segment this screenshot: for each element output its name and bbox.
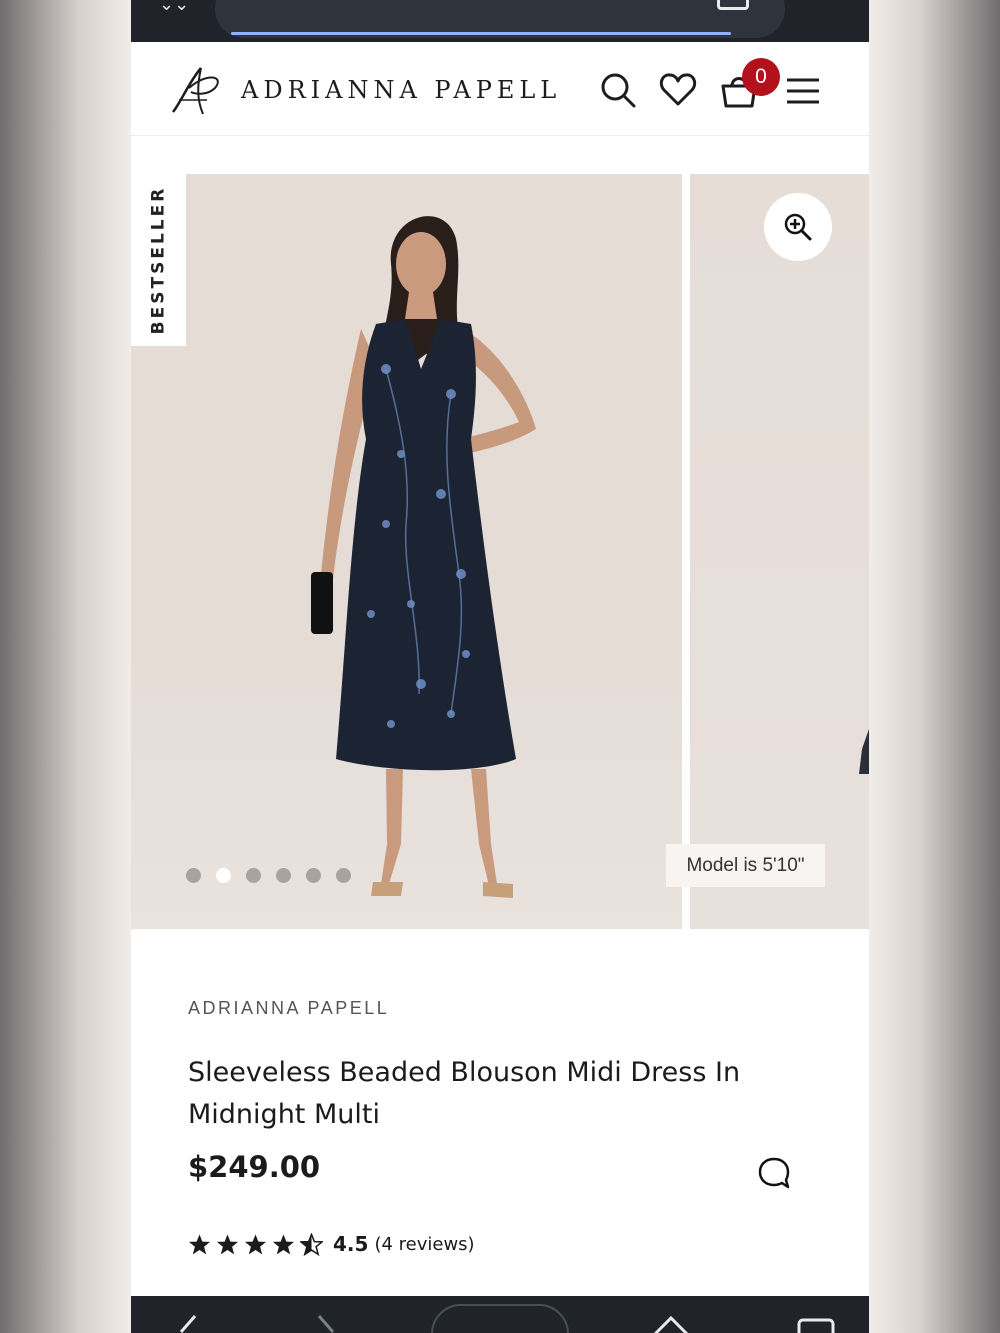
heart-icon[interactable] (658, 70, 698, 110)
bestseller-badge: BESTSELLER (131, 174, 186, 346)
star-full-icon (272, 1233, 295, 1254)
browser-action-pill[interactable] (431, 1304, 569, 1333)
product-image-next[interactable] (690, 174, 869, 929)
page-load-progress (231, 32, 731, 35)
star-full-icon (188, 1233, 211, 1254)
review-count-link[interactable]: (4 reviews) (374, 1234, 474, 1255)
rating-stars (188, 1232, 323, 1256)
brand-logo-icon[interactable] (167, 62, 225, 120)
gallery-dot-1[interactable] (186, 868, 201, 883)
search-icon[interactable] (598, 70, 638, 110)
chat-bubble-icon[interactable] (757, 1156, 791, 1190)
product-image-gallery[interactable]: BESTSELLER Model is 5'10" (131, 174, 869, 929)
browser-top-bar: ⌄⌄ (131, 0, 869, 42)
gallery-dot-4[interactable] (276, 868, 291, 883)
cart-count-badge[interactable]: 0 (742, 58, 780, 96)
gallery-dot-3[interactable] (246, 868, 261, 883)
next-image-peek (859, 729, 869, 774)
zoom-in-icon (784, 213, 812, 241)
forward-icon[interactable] (317, 1314, 339, 1333)
brand-name[interactable]: ADRIANNA PAPELL (241, 76, 561, 104)
zoom-button[interactable] (764, 193, 832, 261)
browser-bottom-bar (131, 1296, 869, 1333)
product-rating[interactable]: 4.5 (4 reviews) (188, 1232, 475, 1256)
star-full-icon (216, 1233, 239, 1254)
product-image-main[interactable] (131, 174, 682, 929)
product-price: $249.00 (188, 1150, 321, 1184)
menu-icon[interactable] (783, 70, 823, 110)
home-icon[interactable] (653, 1314, 689, 1333)
tabs-count-icon[interactable] (797, 1314, 835, 1333)
gallery-pagination-dots (186, 868, 351, 883)
product-brand[interactable]: ADRIANNA PAPELL (188, 998, 389, 1019)
phone-screen: ⌄⌄ ADRIANNA PAPELL 0 BESTSELLER Model is… (131, 0, 869, 1333)
gallery-dot-5[interactable] (306, 868, 321, 883)
model-height-note: Model is 5'10" (666, 844, 825, 887)
tabs-icon[interactable] (717, 0, 749, 10)
gallery-dot-2[interactable] (216, 868, 231, 883)
star-half-icon (300, 1232, 323, 1256)
rating-value: 4.5 (333, 1232, 369, 1256)
browser-chevron-icon[interactable]: ⌄⌄ (159, 0, 189, 15)
model-in-dress-image (311, 216, 536, 898)
bestseller-label: BESTSELLER (148, 185, 169, 335)
star-full-icon (244, 1233, 267, 1254)
back-icon[interactable] (175, 1314, 197, 1333)
gallery-dot-6[interactable] (336, 868, 351, 883)
product-title: Sleeveless Beaded Blouson Midi Dress In … (188, 1057, 741, 1130)
site-header: ADRIANNA PAPELL 0 (131, 42, 869, 136)
